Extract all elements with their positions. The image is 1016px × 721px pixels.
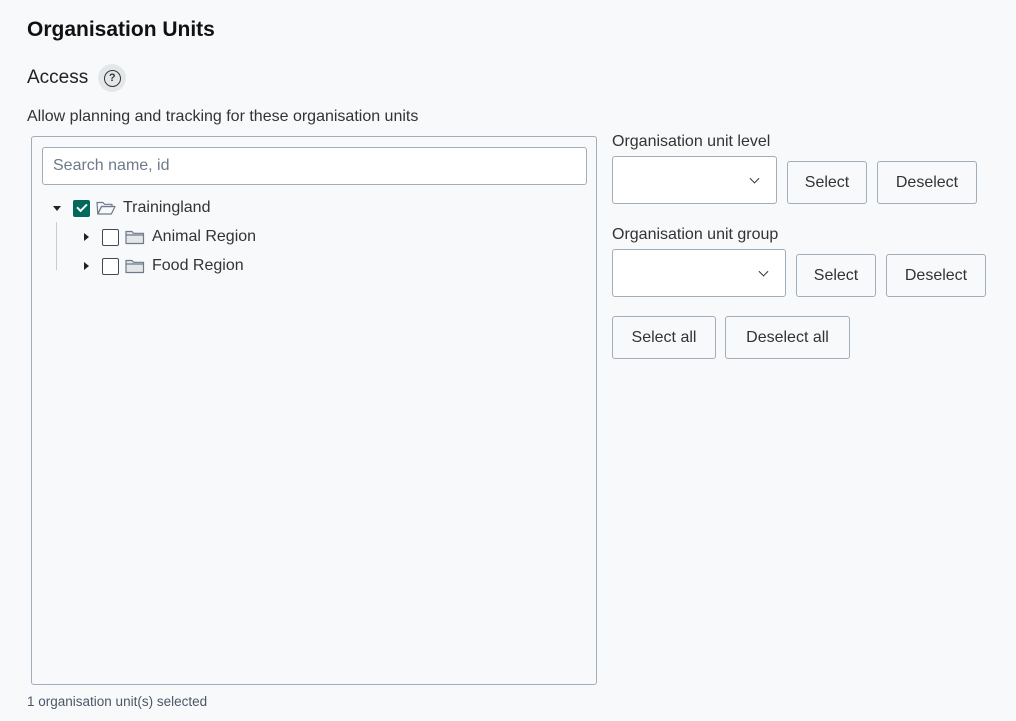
group-deselect-button[interactable]: Deselect: [886, 254, 986, 297]
tree-label-animal-region[interactable]: Animal Region: [152, 228, 256, 246]
checkbox-animal-region[interactable]: [102, 228, 119, 246]
level-deselect-button[interactable]: Deselect: [877, 161, 977, 204]
section-title: Organisation Units: [27, 18, 215, 41]
level-label: Organisation unit level: [612, 133, 771, 150]
question-circle-icon: ?: [103, 69, 121, 87]
caret-right-icon[interactable]: [78, 229, 94, 245]
access-row: Access ?: [27, 64, 127, 92]
selection-count: 1 organisation unit(s) selected: [27, 694, 208, 709]
caret-right-icon[interactable]: [78, 258, 94, 274]
folder-icon: [125, 258, 145, 274]
select-all-button[interactable]: Select all: [612, 316, 716, 359]
deselect-all-button[interactable]: Deselect all: [725, 316, 850, 359]
checkbox-root[interactable]: [73, 199, 90, 217]
tree-row-food-region: Food Region: [78, 254, 244, 278]
level-select-button[interactable]: Select: [787, 161, 867, 204]
chevron-down-icon: [758, 266, 769, 277]
checkbox-food-region[interactable]: [102, 257, 119, 275]
tree-label-root[interactable]: Trainingland: [123, 199, 210, 217]
tree-connector-line: [56, 222, 57, 270]
tree-row-root: Trainingland: [49, 196, 210, 220]
search-input[interactable]: [42, 147, 587, 185]
folder-icon: [125, 229, 145, 245]
help-button[interactable]: ?: [98, 64, 127, 92]
group-select-button[interactable]: Select: [796, 254, 876, 297]
tree-row-animal-region: Animal Region: [78, 225, 256, 249]
group-select[interactable]: [612, 249, 786, 297]
level-select[interactable]: [612, 156, 777, 204]
folder-open-icon: [96, 200, 116, 216]
access-label: Access: [27, 67, 89, 88]
caret-down-icon[interactable]: [49, 200, 65, 216]
help-text: Allow planning and tracking for these or…: [27, 108, 419, 125]
tree-label-food-region[interactable]: Food Region: [152, 257, 244, 275]
chevron-down-icon: [749, 173, 760, 184]
group-label: Organisation unit group: [612, 226, 779, 243]
